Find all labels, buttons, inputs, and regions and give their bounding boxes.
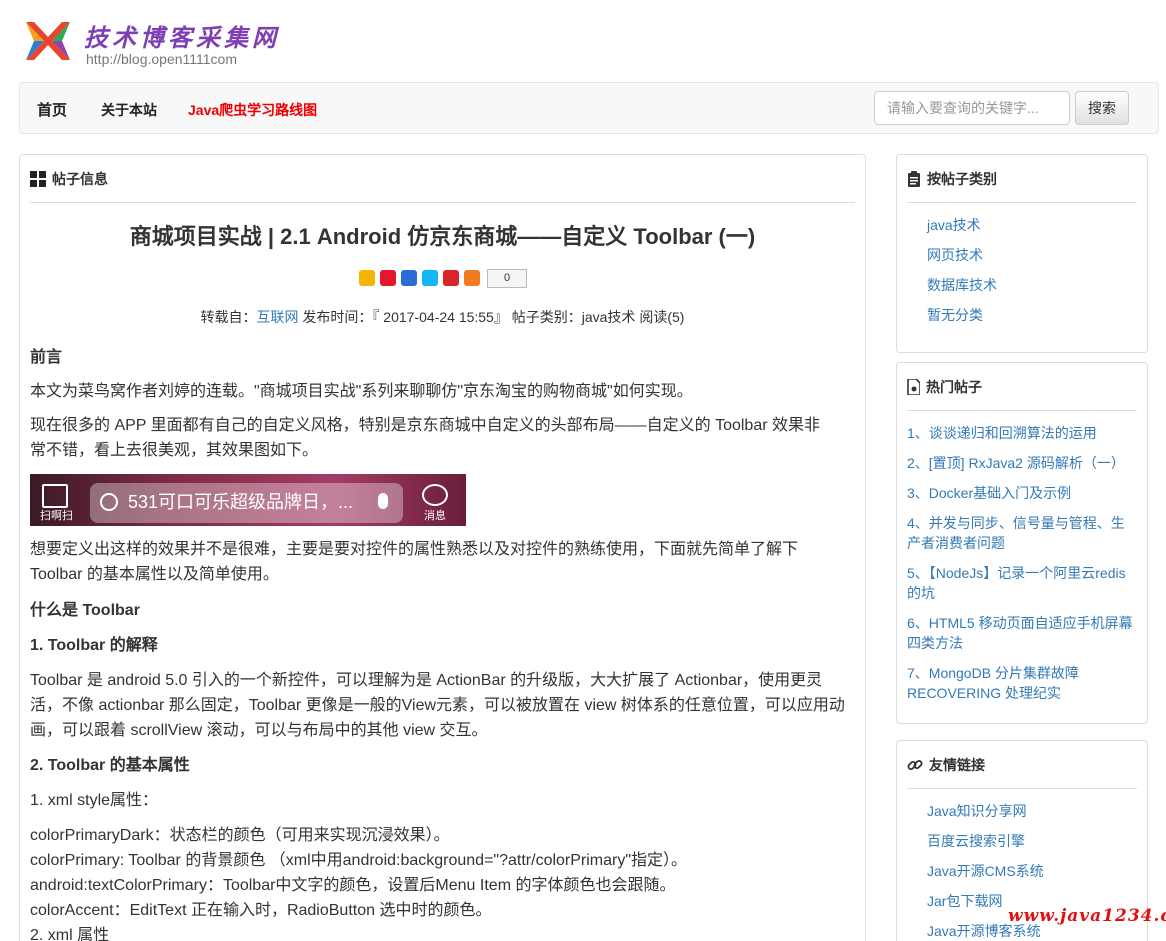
search-input[interactable] (874, 91, 1070, 125)
friend-link[interactable]: Java知识分享网 (907, 801, 1137, 821)
hot-posts-list: 1、谈谈递归和回溯算法的运用 2、[置顶] RxJava2 源码解析（一） 3、… (897, 411, 1147, 703)
scan-icon (42, 484, 68, 508)
category-panel: 按帖子类别 java技术 网页技术 数据库技术 暂无分类 (896, 154, 1148, 353)
scan-label: 扫啊扫 (40, 510, 73, 522)
attribute-list: colorPrimaryDark：状态栏的颜色（可用来实现沉浸效果）。 colo… (30, 823, 845, 923)
attribute-line: colorPrimaryDark：状态栏的颜色（可用来实现沉浸效果）。 (30, 827, 450, 844)
share-count: 0 (487, 268, 527, 288)
document-icon (907, 378, 920, 395)
top-navbar: 首页 关于本站 Java爬虫学习路线图 搜索 (19, 82, 1159, 134)
category-link[interactable]: 数据库技术 (907, 275, 1137, 295)
nav-java-crawler-roadmap[interactable]: Java爬虫学习路线图 (188, 100, 317, 120)
site-url: http://blog.open1111com (86, 51, 237, 67)
post-title: 商城项目实战 | 2.1 Android 仿京东商城——自定义 Toolbar … (129, 224, 756, 249)
watermark: www.java1234.com (1008, 906, 1166, 926)
banner-search-text: 531可口可乐超级品牌日，... (128, 492, 354, 512)
grid-icon (30, 170, 46, 187)
hot-post-link[interactable]: 5、【NodeJs】记录一个阿里云redis的坑 (907, 563, 1137, 603)
heading-toolbar-attributes: 2. Toolbar 的基本属性 (30, 757, 190, 774)
attribute-line: android:textColorPrimary：Toolbar中文字的颜色，设… (30, 877, 676, 894)
attribute-line: colorPrimary: Toolbar 的背景颜色 （xml中用androi… (30, 852, 688, 869)
site-header: 技术博客采集网 http://blog.open1111com (18, 12, 418, 72)
hot-post-link[interactable]: 3、Docker基础入门及示例 (907, 483, 1137, 503)
search-icon (100, 493, 118, 511)
hot-posts-header: 热门帖子 (907, 363, 1137, 411)
more-share-icon[interactable] (464, 270, 480, 286)
paragraph: 本文为菜鸟窝作者刘婷的连载。"商城项目实战"系列来聊聊仿"京东淘宝的购物商城"如… (30, 383, 693, 400)
heading-toolbar-explanation: 1. Toolbar 的解释 (30, 637, 158, 654)
paragraph: 现在很多的 APP 里面都有自己的自定义风格，特别是京东商城中自定义的头部布局—… (30, 417, 820, 459)
renren-share-icon[interactable] (443, 270, 459, 286)
hot-post-link[interactable]: 4、并发与同步、信号量与管程、生产者消费者问题 (907, 513, 1137, 553)
post-panel-title: 帖子信息 (52, 170, 108, 187)
paragraph: Toolbar 是 android 5.0 引入的一个新控件，可以理解为是 Ac… (30, 672, 845, 739)
nav-about[interactable]: 关于本站 (101, 100, 157, 120)
paragraph: 1. xml style属性： (30, 792, 159, 809)
read-count: 阅读(5) (639, 309, 685, 325)
post-panel-header: 帖子信息 (30, 155, 855, 203)
message-icon (422, 484, 448, 506)
attribute-line: colorAccent：EditText 正在输入时，RadioButton 选… (30, 902, 492, 919)
logo-icon[interactable] (22, 16, 72, 66)
friend-link[interactable]: Java开源CMS系统 (907, 861, 1137, 881)
publish-time: 发布时间：『 2017-04-24 15:55』 (302, 309, 508, 325)
category-list: java技术 网页技术 数据库技术 暂无分类 (897, 203, 1147, 325)
hot-post-link[interactable]: 1、谈谈递归和回溯算法的运用 (907, 423, 1137, 443)
paragraph: 2. xml 属性 (30, 927, 110, 941)
nav-home[interactable]: 首页 (37, 99, 67, 120)
hot-post-link[interactable]: 7、MongoDB 分片集群故障RECOVERING 处理纪实 (907, 663, 1137, 703)
share-bar: 0 (359, 268, 527, 288)
friend-link[interactable]: 百度云搜索引擎 (907, 831, 1137, 851)
heading-preface: 前言 (30, 349, 63, 366)
post-category: 帖子类别：java技术 (511, 309, 636, 325)
category-link[interactable]: java技术 (907, 215, 1137, 235)
post-meta: 转载自：互联网 发布时间：『 2017-04-24 15:55』 帖子类别：ja… (20, 307, 865, 327)
heading-what-is-toolbar: 什么是 Toolbar (30, 602, 140, 619)
qq-share-icon[interactable] (422, 270, 438, 286)
hot-posts-title: 热门帖子 (926, 378, 982, 395)
clipboard-icon (907, 170, 921, 187)
source-label: 转载自： (200, 309, 257, 325)
category-link[interactable]: 网页技术 (907, 245, 1137, 265)
category-panel-title: 按帖子类别 (927, 170, 997, 187)
friend-links-title: 友情链接 (929, 756, 985, 773)
toolbar-preview-image: 扫啊扫 531可口可乐超级品牌日，... 消息 (30, 474, 466, 526)
category-link[interactable]: 暂无分类 (907, 305, 1137, 325)
hot-post-link[interactable]: 6、HTML5 移动页面自适应手机屏幕四类方法 (907, 613, 1137, 653)
category-panel-header: 按帖子类别 (907, 155, 1137, 203)
paragraph: 想要定义出这样的效果并不是很难，主要是要对控件的属性熟悉以及对控件的熟练使用，下… (30, 541, 799, 583)
tencent-weibo-share-icon[interactable] (401, 270, 417, 286)
hot-post-link[interactable]: 2、[置顶] RxJava2 源码解析（一） (907, 453, 1137, 473)
source-link[interactable]: 互联网 (257, 309, 299, 325)
message-label: 消息 (424, 510, 446, 522)
hot-posts-panel: 热门帖子 1、谈谈递归和回溯算法的运用 2、[置顶] RxJava2 源码解析（… (896, 362, 1148, 724)
weibo-share-icon[interactable] (380, 270, 396, 286)
search-button[interactable]: 搜索 (1075, 91, 1129, 125)
qzone-share-icon[interactable] (359, 270, 375, 286)
site-title[interactable]: 技术博客采集网 (84, 18, 280, 53)
friend-links-header: 友情链接 (907, 741, 1137, 789)
post-panel: 帖子信息 商城项目实战 | 2.1 Android 仿京东商城——自定义 Too… (19, 154, 866, 941)
link-icon (907, 757, 923, 773)
microphone-icon (378, 493, 388, 509)
banner-search-box: 531可口可乐超级品牌日，... (90, 483, 403, 523)
